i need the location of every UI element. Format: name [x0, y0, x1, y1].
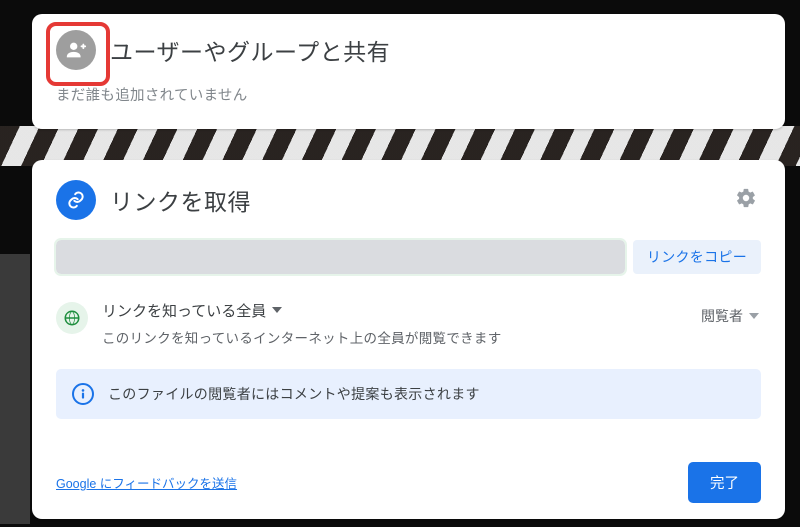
get-link-header: リンクを取得 [56, 180, 251, 220]
access-scope-dropdown[interactable]: リンクを知っている全員 [102, 300, 502, 321]
access-scope-label: リンクを知っている全員 [102, 300, 266, 321]
get-link-title: リンクを取得 [110, 183, 251, 217]
gear-icon[interactable] [731, 183, 761, 218]
share-with-people-card: ユーザーやグループと共有 まだ誰も追加されていません [32, 14, 785, 129]
feedback-link[interactable]: Google にフィードバックを送信 [56, 473, 237, 492]
share-subtitle: まだ誰も追加されていません [56, 84, 761, 105]
role-dropdown[interactable]: 閲覧者 [699, 302, 761, 330]
share-title: ユーザーやグループと共有 [110, 33, 390, 67]
info-banner: このファイルの閲覧者にはコメントや提案も表示されます [56, 369, 761, 419]
background-block [0, 254, 30, 524]
get-link-card: リンクを取得 リンクをコピー リンクを知っている全員 [32, 160, 785, 519]
link-url-field[interactable] [56, 240, 625, 274]
link-url-row: リンクをコピー [56, 240, 761, 274]
share-header[interactable]: ユーザーやグループと共有 [56, 30, 761, 70]
done-button[interactable]: 完了 [688, 462, 761, 503]
role-label: 閲覧者 [701, 306, 743, 326]
info-icon [72, 383, 94, 405]
caret-down-icon [749, 308, 759, 324]
caret-down-icon [272, 302, 282, 320]
person-add-icon [56, 30, 96, 70]
globe-icon [56, 302, 88, 334]
info-text: このファイルの閲覧者にはコメントや提案も表示されます [108, 384, 480, 404]
link-icon [56, 180, 96, 220]
copy-link-button[interactable]: リンクをコピー [633, 240, 761, 274]
access-scope-description: このリンクを知っているインターネット上の全員が閲覧できます [102, 327, 502, 347]
